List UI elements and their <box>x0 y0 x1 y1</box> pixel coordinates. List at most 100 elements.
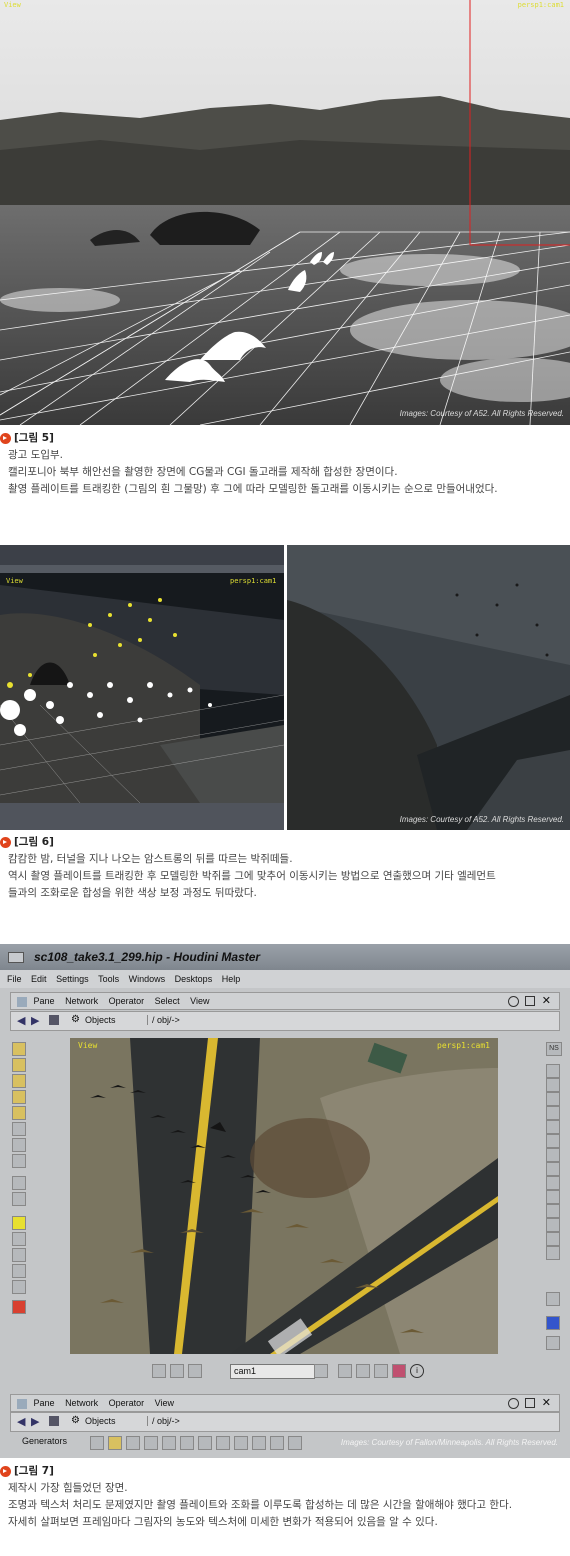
gen-switcher-icon[interactable] <box>270 1436 284 1450</box>
menu-tools[interactable]: Tools <box>98 970 119 988</box>
menu-network[interactable]: Network <box>65 993 98 1009</box>
tool-shade-icon[interactable] <box>12 1264 26 1278</box>
tool-move-icon[interactable] <box>12 1058 26 1072</box>
view-points-icon[interactable] <box>546 1162 560 1176</box>
lock-icon[interactable] <box>314 1364 328 1378</box>
gen-microphone-icon[interactable] <box>252 1436 266 1450</box>
frame-icon[interactable] <box>170 1364 184 1378</box>
tool-ghost-icon[interactable] <box>12 1280 26 1294</box>
menu-select[interactable]: Select <box>155 993 180 1009</box>
view-lights-icon[interactable] <box>546 1204 560 1218</box>
view-persp-icon[interactable] <box>546 1106 560 1120</box>
menu-help[interactable]: Help <box>222 970 241 988</box>
gen-sound-icon[interactable] <box>216 1436 230 1450</box>
pin-icon[interactable] <box>49 1015 59 1025</box>
figure6-title: [그림 6] <box>14 836 54 848</box>
path-field[interactable]: / obj/-> <box>147 1015 552 1025</box>
display-icon[interactable] <box>188 1364 202 1378</box>
help-icon[interactable] <box>508 1398 519 1409</box>
tool-view-icon[interactable] <box>12 1176 26 1190</box>
figure7-caption: [그림 7] 제작시 가장 힘들었던 장면. 조명과 텍스처 처리도 문제였지만… <box>0 1463 570 1531</box>
menu-network[interactable]: Network <box>65 1395 98 1411</box>
snapshot-icon[interactable] <box>374 1364 388 1378</box>
path-field[interactable]: / obj/-> <box>147 1416 552 1426</box>
close-icon[interactable]: ✕ <box>542 993 551 1009</box>
bullet-icon <box>0 1466 11 1477</box>
menu-pane[interactable]: Pane <box>34 993 55 1009</box>
view-uv-icon[interactable] <box>546 1134 560 1148</box>
view-wire-icon[interactable] <box>546 1246 560 1260</box>
tool-pivot-icon[interactable] <box>12 1106 26 1120</box>
shading-icon[interactable] <box>338 1364 352 1378</box>
objects-label[interactable]: Objects <box>85 1416 116 1426</box>
forward-arrow-icon[interactable]: ▶ <box>31 1014 39 1027</box>
view-side-icon[interactable] <box>546 1078 560 1092</box>
tool-display-icon[interactable] <box>12 1232 26 1246</box>
maximize-icon[interactable] <box>525 1398 535 1408</box>
gen-light-icon[interactable] <box>144 1436 158 1450</box>
help-icon[interactable] <box>508 996 519 1007</box>
figure6-left-image: View persp1:cam1 <box>0 545 284 830</box>
tool-grid-icon[interactable] <box>12 1154 26 1168</box>
tool-light-icon[interactable] <box>12 1216 26 1230</box>
view-xyz-icon[interactable] <box>546 1120 560 1134</box>
tool-pin-icon[interactable] <box>12 1300 26 1314</box>
tool-scale-icon[interactable] <box>12 1090 26 1104</box>
menu-windows[interactable]: Windows <box>129 970 166 988</box>
tool-handle-icon[interactable] <box>12 1138 26 1152</box>
view-grid-icon[interactable] <box>546 1148 560 1162</box>
home-icon[interactable] <box>152 1364 166 1378</box>
close-icon[interactable]: ✕ <box>542 1395 551 1411</box>
tool-camera-icon[interactable] <box>12 1192 26 1206</box>
view-shadow-icon[interactable] <box>546 1232 560 1246</box>
menu-file[interactable]: File <box>7 970 22 988</box>
scene-viewport[interactable]: View persp1:cam1 <box>70 1038 498 1354</box>
maximize-icon[interactable] <box>525 996 535 1006</box>
view-guides-icon[interactable] <box>546 1218 560 1232</box>
window-menu-icon[interactable] <box>8 952 24 963</box>
tool-select-icon[interactable] <box>12 1042 26 1056</box>
info-icon[interactable]: i <box>410 1364 424 1378</box>
gen-null-icon[interactable] <box>108 1436 122 1450</box>
gen-bone-icon[interactable] <box>162 1436 176 1450</box>
forward-arrow-icon[interactable]: ▶ <box>31 1415 39 1428</box>
menu-settings[interactable]: Settings <box>56 970 89 988</box>
menu-view[interactable]: View <box>155 1395 174 1411</box>
flipbook-icon[interactable] <box>392 1364 406 1378</box>
view-normals-icon[interactable] <box>546 1176 560 1190</box>
generators-label: Generators <box>22 1436 68 1446</box>
view-add-icon[interactable] <box>546 1336 560 1350</box>
menu-desktops[interactable]: Desktops <box>175 970 213 988</box>
camera-dropdown[interactable]: cam1 <box>230 1364 315 1379</box>
view-top-icon[interactable] <box>546 1092 560 1106</box>
pin-icon[interactable] <box>49 1416 59 1426</box>
tool-snap-icon[interactable] <box>12 1122 26 1136</box>
figure6-right-image: Images: Courtesy of A52. All Rights Rese… <box>287 545 570 830</box>
view-bg-icon[interactable] <box>546 1190 560 1204</box>
network-path-bar: ◀ ▶ ⚙ Objects / obj/-> <box>10 1011 560 1031</box>
back-arrow-icon[interactable]: ◀ <box>17 1415 25 1428</box>
gen-blend-icon[interactable] <box>180 1436 194 1450</box>
gen-fetch-icon[interactable] <box>198 1436 212 1450</box>
view-front-icon[interactable] <box>546 1064 560 1078</box>
gen-ambient-icon[interactable] <box>234 1436 248 1450</box>
menu-operator[interactable]: Operator <box>109 993 145 1009</box>
gen-camera-icon[interactable] <box>126 1436 140 1450</box>
menu-pane[interactable]: Pane <box>34 1395 55 1411</box>
objects-label[interactable]: Objects <box>85 1015 116 1025</box>
gen-geo-icon[interactable] <box>90 1436 104 1450</box>
gen-subnet-icon[interactable] <box>288 1436 302 1450</box>
menu-view[interactable]: View <box>190 993 209 1009</box>
viewport-label-right: persp1:cam1 <box>230 577 277 585</box>
render-icon[interactable] <box>356 1364 370 1378</box>
tool-rotate-icon[interactable] <box>12 1074 26 1088</box>
objects-gear-icon: ⚙ <box>71 1014 80 1025</box>
menu-operator[interactable]: Operator <box>109 1395 145 1411</box>
back-arrow-icon[interactable]: ◀ <box>17 1014 25 1027</box>
menu-edit[interactable]: Edit <box>31 970 47 988</box>
view-pause-icon[interactable] <box>546 1292 560 1306</box>
tool-template-icon[interactable] <box>12 1248 26 1262</box>
view-stop-icon[interactable] <box>546 1316 560 1330</box>
ns-button[interactable]: NS <box>546 1042 562 1056</box>
caption-line: 자세히 살펴보면 프레임마다 그림자의 농도와 텍스처에 미세한 변화가 적용되… <box>8 1516 438 1528</box>
